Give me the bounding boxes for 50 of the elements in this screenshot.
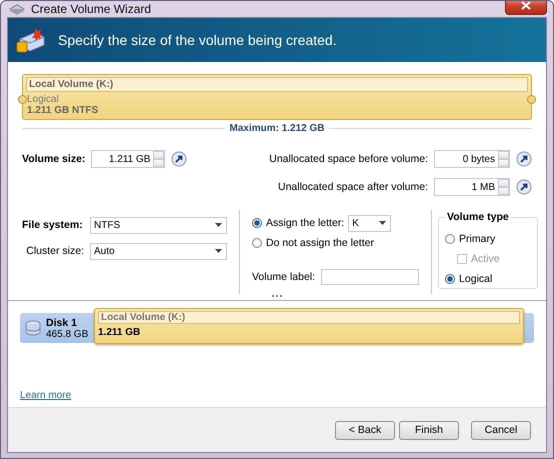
splitter-grip[interactable] — [272, 295, 282, 298]
arrow-button-icon[interactable] — [516, 151, 532, 167]
file-system-dropdown[interactable]: NTFS — [90, 216, 227, 234]
volume-size-text: 1.211 GB NTFS — [26, 105, 100, 116]
field-label: Unallocated space after volume: — [278, 181, 428, 193]
close-icon — [521, 1, 531, 10]
partition-block[interactable]: Local Volume (K:) 1.211 GB — [94, 308, 524, 344]
field-label: Unallocated space before volume: — [269, 153, 428, 165]
partition-size: 1.211 GB — [98, 327, 142, 338]
dropdown-arrow-icon — [215, 249, 222, 253]
partition-name: Local Volume (K:) — [98, 311, 520, 324]
radio-label: Logical — [459, 273, 492, 285]
volume-label-field[interactable] — [321, 269, 420, 285]
close-button[interactable] — [505, 1, 547, 14]
wizard-button[interactable]: < Back — [335, 420, 395, 440]
size-field[interactable]: 1 MB — [434, 178, 510, 196]
checkbox-label: Active — [471, 253, 500, 265]
learn-more-link[interactable]: Learn more — [20, 390, 72, 401]
volume-name: Local Volume (K:) — [26, 77, 528, 92]
dropdown-arrow-icon — [379, 221, 386, 225]
window-title: Create Volume Wizard — [31, 2, 152, 16]
group-title: Volume type — [445, 211, 511, 223]
wizard-button[interactable]: Finish — [399, 420, 459, 440]
disk-capacity: 465.8 GB — [46, 328, 88, 340]
header-title: Specify the size of the volume being created. — [58, 32, 337, 48]
wizard-button[interactable]: Cancel — [471, 420, 531, 440]
radio-button[interactable] — [252, 238, 262, 248]
radio-button[interactable] — [252, 218, 262, 228]
arrow-button-icon[interactable] — [516, 179, 532, 195]
cluster-size-dropdown[interactable]: Auto — [90, 242, 227, 260]
arrow-button-icon[interactable] — [171, 151, 188, 167]
radio-button[interactable] — [445, 234, 456, 244]
disk-name: Disk 1 — [46, 316, 78, 328]
maximum-text: Maximum: 1.212 GB — [229, 123, 325, 134]
dropdown-arrow-icon — [215, 223, 222, 227]
field-label: File system: — [22, 219, 84, 231]
resize-handle[interactable] — [527, 95, 536, 104]
radio-label: Assign the letter: — [266, 217, 344, 229]
volume-type-text: Logical — [26, 94, 60, 105]
radio-button[interactable] — [445, 274, 456, 284]
size-field[interactable]: 1.211 GB — [91, 150, 166, 168]
field-label: Volume size: — [22, 153, 86, 165]
resize-handle[interactable] — [18, 95, 27, 104]
field-label: Cluster size: — [25, 245, 84, 257]
disk-icon — [24, 319, 42, 337]
field-label: Volume label: — [252, 271, 316, 283]
letter-dropdown[interactable]: K — [348, 214, 392, 232]
radio-label: Primary — [459, 233, 496, 245]
size-field[interactable]: 0 bytes — [434, 150, 510, 168]
radio-label: Do not assign the letter — [266, 237, 374, 249]
